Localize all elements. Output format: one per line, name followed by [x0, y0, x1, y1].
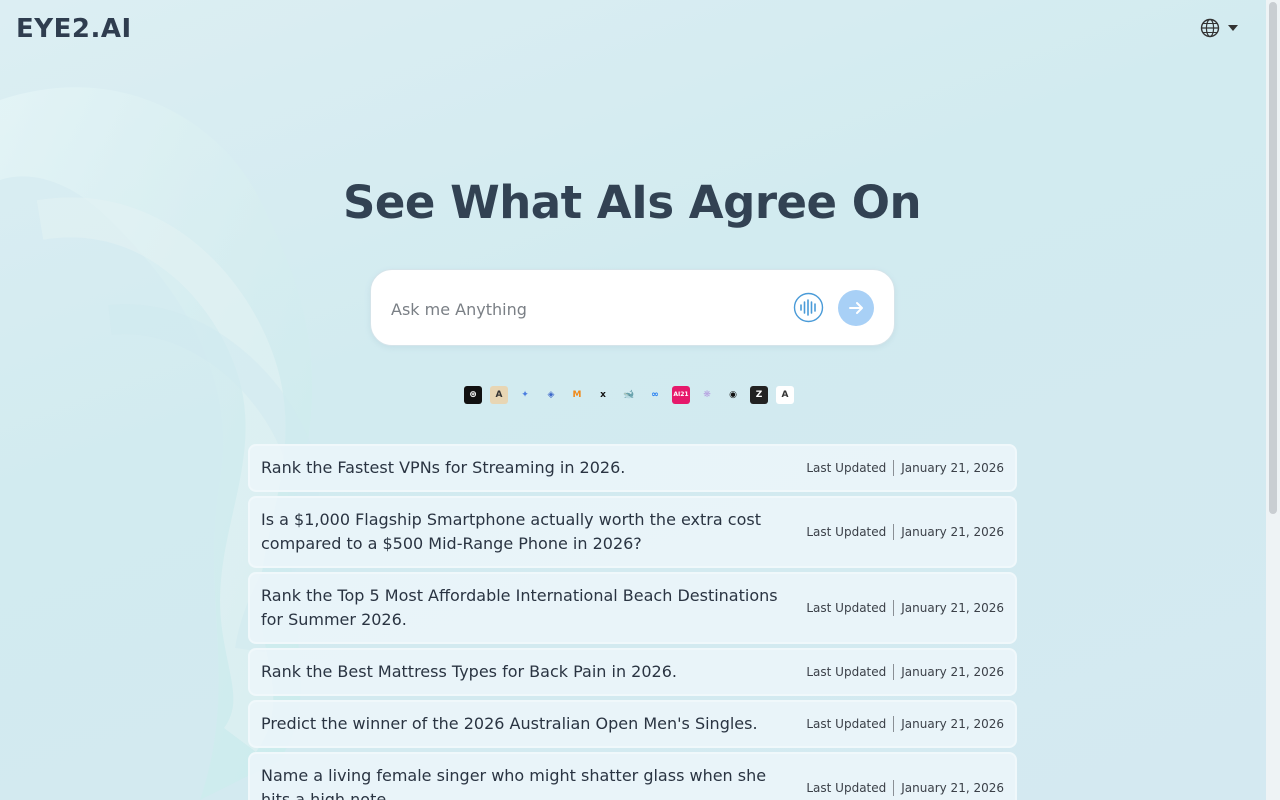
last-updated-meta: Last Updated January 21, 2026: [806, 460, 1004, 476]
grok-logo-icon: x: [600, 389, 606, 400]
divider: [893, 600, 895, 616]
model-icons-row: ⊛ A ✦ ◈ Mx 🐋 ∞ AI21 ❋ ◉ Z A: [464, 386, 794, 406]
arrow-right-icon: [849, 302, 863, 314]
last-updated-label: Last Updated: [806, 781, 887, 795]
last-updated-label: Last Updated: [806, 525, 887, 539]
logo[interactable]: EYE2.AI: [16, 14, 132, 44]
question-card[interactable]: Is a $1,000 Flagship Smartphone actually…: [248, 496, 1017, 568]
caret-down-icon: [1228, 25, 1238, 31]
qwen-logo-icon: ❋: [703, 389, 711, 400]
question-card[interactable]: Predict the winner of the 2026 Australia…: [248, 700, 1017, 748]
voice-input-button[interactable]: [793, 292, 824, 323]
search-input[interactable]: [391, 296, 771, 322]
chatgpt-logo-icon: ⊛: [464, 386, 482, 404]
zhipu-logo-icon: Z: [750, 386, 768, 404]
globe-icon: [1200, 18, 1220, 38]
question-title: Name a living female singer who might sh…: [261, 766, 767, 800]
divider: [893, 524, 895, 540]
anthropic-logo-icon: A: [490, 386, 508, 404]
question-card[interactable]: Rank the Best Mattress Types for Back Pa…: [248, 648, 1017, 696]
last-updated-label: Last Updated: [806, 601, 887, 615]
last-updated-meta: Last Updated January 21, 2026: [806, 716, 1004, 732]
last-updated-date: January 21, 2026: [901, 717, 1004, 731]
question-title: Predict the winner of the 2026 Australia…: [261, 714, 758, 733]
last-updated-meta: Last Updated January 21, 2026: [806, 600, 1004, 616]
voice-wave-icon: [793, 292, 824, 323]
divider: [893, 716, 895, 732]
question-card[interactable]: Rank the Fastest VPNs for Streaming in 2…: [248, 444, 1017, 492]
scrollbar[interactable]: [1266, 0, 1280, 800]
question-title: Rank the Top 5 Most Affordable Internati…: [261, 586, 778, 629]
last-updated-label: Last Updated: [806, 461, 887, 475]
last-updated-date: January 21, 2026: [901, 525, 1004, 539]
divider: [893, 780, 895, 796]
top-header: EYE2.AI: [0, 0, 1266, 60]
language-selector[interactable]: [1200, 18, 1238, 38]
ai21-logo-icon: AI21: [672, 386, 690, 404]
cohere-logo-icon: ◉: [729, 389, 737, 400]
hero-title: See What AIs Agree On: [342, 176, 922, 229]
last-updated-date: January 21, 2026: [901, 781, 1004, 795]
question-title: Rank the Fastest VPNs for Streaming in 2…: [261, 458, 626, 477]
question-card[interactable]: Rank the Top 5 Most Affordable Internati…: [248, 572, 1017, 644]
meta-logo-icon: ∞: [651, 389, 659, 400]
mistral-logo-icon: M: [572, 389, 582, 400]
last-updated-meta: Last Updated January 21, 2026: [806, 524, 1004, 540]
question-title: Is a $1,000 Flagship Smartphone actually…: [261, 510, 761, 553]
last-updated-meta: Last Updated January 21, 2026: [806, 664, 1004, 680]
gemini-logo-icon: ✦: [521, 389, 529, 400]
amazon-logo-icon: A: [776, 386, 794, 404]
deepseek-logo-icon: 🐋: [623, 389, 635, 400]
question-title: Rank the Best Mattress Types for Back Pa…: [261, 662, 677, 681]
perplexity-logo-icon: ◈: [547, 389, 555, 400]
last-updated-date: January 21, 2026: [901, 665, 1004, 679]
question-list: Rank the Fastest VPNs for Streaming in 2…: [248, 444, 1017, 800]
scrollbar-thumb[interactable]: [1269, 2, 1277, 514]
last-updated-label: Last Updated: [806, 665, 887, 679]
divider: [893, 460, 895, 476]
send-button[interactable]: [838, 290, 874, 326]
last-updated-date: January 21, 2026: [901, 601, 1004, 615]
divider: [893, 664, 895, 680]
last-updated-date: January 21, 2026: [901, 461, 1004, 475]
last-updated-label: Last Updated: [806, 717, 887, 731]
last-updated-meta: Last Updated January 21, 2026: [806, 780, 1004, 796]
question-card[interactable]: Name a living female singer who might sh…: [248, 752, 1017, 800]
